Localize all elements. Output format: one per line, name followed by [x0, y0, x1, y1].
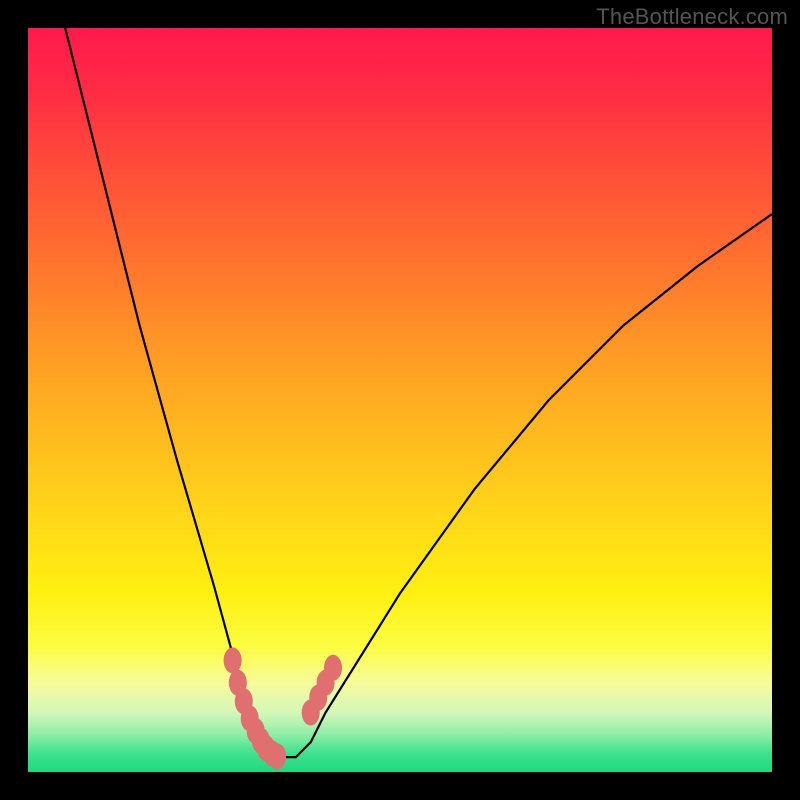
chart-svg [28, 28, 772, 772]
data-point [324, 655, 342, 681]
data-point [268, 743, 286, 769]
markers-right [302, 655, 342, 726]
curve-group [65, 28, 772, 757]
plot-area [28, 28, 772, 772]
data-point [224, 647, 242, 673]
markers-left [224, 647, 287, 769]
watermark: TheBottleneck.com [596, 4, 788, 30]
bottleneck-curve [65, 28, 772, 757]
